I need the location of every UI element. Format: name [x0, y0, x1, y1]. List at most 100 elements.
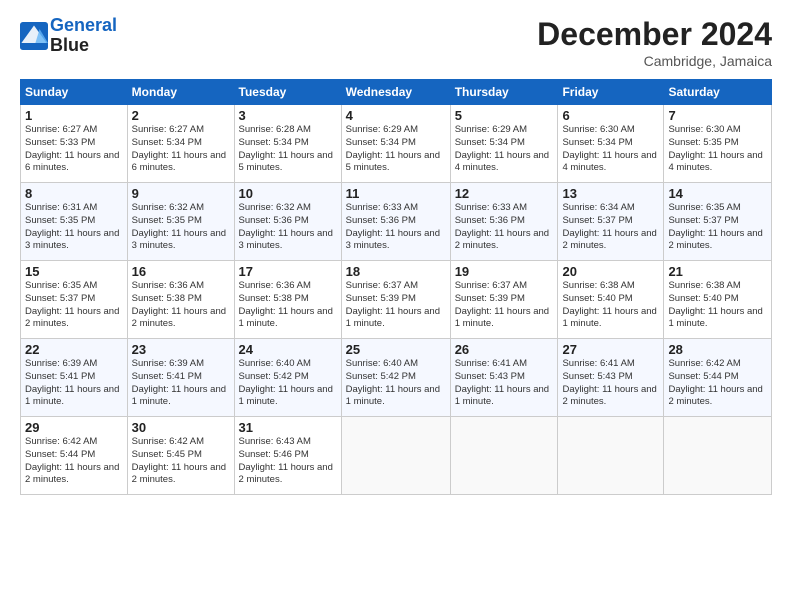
table-row: 19Sunrise: 6:37 AMSunset: 5:39 PMDayligh…	[450, 261, 558, 339]
table-row: 13Sunrise: 6:34 AMSunset: 5:37 PMDayligh…	[558, 183, 664, 261]
table-row: 31Sunrise: 6:43 AMSunset: 5:46 PMDayligh…	[234, 417, 341, 495]
table-row: 15Sunrise: 6:35 AMSunset: 5:37 PMDayligh…	[21, 261, 128, 339]
day-info: Sunrise: 6:30 AMSunset: 5:34 PMDaylight:…	[562, 124, 659, 175]
table-row: 8Sunrise: 6:31 AMSunset: 5:35 PMDaylight…	[21, 183, 128, 261]
logo-icon	[20, 22, 48, 50]
day-number: 23	[132, 342, 230, 357]
table-row: 11Sunrise: 6:33 AMSunset: 5:36 PMDayligh…	[341, 183, 450, 261]
day-number: 4	[346, 108, 446, 123]
title-block: December 2024 Cambridge, Jamaica	[537, 16, 772, 69]
table-row: 29Sunrise: 6:42 AMSunset: 5:44 PMDayligh…	[21, 417, 128, 495]
day-number: 31	[239, 420, 337, 435]
table-row: 21Sunrise: 6:38 AMSunset: 5:40 PMDayligh…	[664, 261, 772, 339]
day-number: 22	[25, 342, 123, 357]
day-info: Sunrise: 6:27 AMSunset: 5:34 PMDaylight:…	[132, 124, 230, 175]
table-row: 16Sunrise: 6:36 AMSunset: 5:38 PMDayligh…	[127, 261, 234, 339]
day-number: 12	[455, 186, 554, 201]
day-number: 11	[346, 186, 446, 201]
day-info: Sunrise: 6:34 AMSunset: 5:37 PMDaylight:…	[562, 202, 659, 253]
col-wednesday: Wednesday	[341, 80, 450, 105]
calendar-week-4: 22Sunrise: 6:39 AMSunset: 5:41 PMDayligh…	[21, 339, 772, 417]
day-info: Sunrise: 6:42 AMSunset: 5:44 PMDaylight:…	[668, 358, 767, 409]
day-number: 28	[668, 342, 767, 357]
day-info: Sunrise: 6:43 AMSunset: 5:46 PMDaylight:…	[239, 436, 337, 487]
logo-text: General Blue	[50, 16, 117, 56]
header-row: Sunday Monday Tuesday Wednesday Thursday…	[21, 80, 772, 105]
table-row: 24Sunrise: 6:40 AMSunset: 5:42 PMDayligh…	[234, 339, 341, 417]
table-row: 20Sunrise: 6:38 AMSunset: 5:40 PMDayligh…	[558, 261, 664, 339]
table-row: 1Sunrise: 6:27 AMSunset: 5:33 PMDaylight…	[21, 105, 128, 183]
day-number: 2	[132, 108, 230, 123]
day-info: Sunrise: 6:39 AMSunset: 5:41 PMDaylight:…	[132, 358, 230, 409]
table-row	[450, 417, 558, 495]
table-row: 3Sunrise: 6:28 AMSunset: 5:34 PMDaylight…	[234, 105, 341, 183]
day-number: 5	[455, 108, 554, 123]
day-info: Sunrise: 6:35 AMSunset: 5:37 PMDaylight:…	[668, 202, 767, 253]
table-row: 6Sunrise: 6:30 AMSunset: 5:34 PMDaylight…	[558, 105, 664, 183]
page-header: General Blue December 2024 Cambridge, Ja…	[20, 16, 772, 69]
table-row: 30Sunrise: 6:42 AMSunset: 5:45 PMDayligh…	[127, 417, 234, 495]
table-row: 17Sunrise: 6:36 AMSunset: 5:38 PMDayligh…	[234, 261, 341, 339]
day-number: 8	[25, 186, 123, 201]
day-number: 19	[455, 264, 554, 279]
day-info: Sunrise: 6:30 AMSunset: 5:35 PMDaylight:…	[668, 124, 767, 175]
table-row: 9Sunrise: 6:32 AMSunset: 5:35 PMDaylight…	[127, 183, 234, 261]
col-tuesday: Tuesday	[234, 80, 341, 105]
location: Cambridge, Jamaica	[537, 53, 772, 69]
day-info: Sunrise: 6:38 AMSunset: 5:40 PMDaylight:…	[668, 280, 767, 331]
table-row: 12Sunrise: 6:33 AMSunset: 5:36 PMDayligh…	[450, 183, 558, 261]
calendar-week-1: 1Sunrise: 6:27 AMSunset: 5:33 PMDaylight…	[21, 105, 772, 183]
day-info: Sunrise: 6:29 AMSunset: 5:34 PMDaylight:…	[455, 124, 554, 175]
day-number: 16	[132, 264, 230, 279]
day-number: 13	[562, 186, 659, 201]
day-number: 10	[239, 186, 337, 201]
day-number: 30	[132, 420, 230, 435]
table-row	[558, 417, 664, 495]
day-number: 24	[239, 342, 337, 357]
day-info: Sunrise: 6:39 AMSunset: 5:41 PMDaylight:…	[25, 358, 123, 409]
table-row	[664, 417, 772, 495]
table-row: 27Sunrise: 6:41 AMSunset: 5:43 PMDayligh…	[558, 339, 664, 417]
day-info: Sunrise: 6:37 AMSunset: 5:39 PMDaylight:…	[346, 280, 446, 331]
day-info: Sunrise: 6:33 AMSunset: 5:36 PMDaylight:…	[346, 202, 446, 253]
logo: General Blue	[20, 16, 117, 56]
day-info: Sunrise: 6:36 AMSunset: 5:38 PMDaylight:…	[132, 280, 230, 331]
day-info: Sunrise: 6:35 AMSunset: 5:37 PMDaylight:…	[25, 280, 123, 331]
calendar-week-5: 29Sunrise: 6:42 AMSunset: 5:44 PMDayligh…	[21, 417, 772, 495]
day-number: 25	[346, 342, 446, 357]
table-row: 2Sunrise: 6:27 AMSunset: 5:34 PMDaylight…	[127, 105, 234, 183]
col-friday: Friday	[558, 80, 664, 105]
day-info: Sunrise: 6:31 AMSunset: 5:35 PMDaylight:…	[25, 202, 123, 253]
day-info: Sunrise: 6:38 AMSunset: 5:40 PMDaylight:…	[562, 280, 659, 331]
day-info: Sunrise: 6:29 AMSunset: 5:34 PMDaylight:…	[346, 124, 446, 175]
day-info: Sunrise: 6:33 AMSunset: 5:36 PMDaylight:…	[455, 202, 554, 253]
month-title: December 2024	[537, 16, 772, 53]
day-info: Sunrise: 6:41 AMSunset: 5:43 PMDaylight:…	[455, 358, 554, 409]
table-row: 22Sunrise: 6:39 AMSunset: 5:41 PMDayligh…	[21, 339, 128, 417]
day-info: Sunrise: 6:32 AMSunset: 5:36 PMDaylight:…	[239, 202, 337, 253]
day-number: 29	[25, 420, 123, 435]
table-row: 28Sunrise: 6:42 AMSunset: 5:44 PMDayligh…	[664, 339, 772, 417]
day-number: 20	[562, 264, 659, 279]
col-thursday: Thursday	[450, 80, 558, 105]
table-row: 14Sunrise: 6:35 AMSunset: 5:37 PMDayligh…	[664, 183, 772, 261]
day-number: 15	[25, 264, 123, 279]
table-row: 5Sunrise: 6:29 AMSunset: 5:34 PMDaylight…	[450, 105, 558, 183]
day-info: Sunrise: 6:40 AMSunset: 5:42 PMDaylight:…	[239, 358, 337, 409]
table-row: 26Sunrise: 6:41 AMSunset: 5:43 PMDayligh…	[450, 339, 558, 417]
day-number: 27	[562, 342, 659, 357]
calendar-page: General Blue December 2024 Cambridge, Ja…	[0, 0, 792, 612]
day-number: 6	[562, 108, 659, 123]
day-number: 14	[668, 186, 767, 201]
col-sunday: Sunday	[21, 80, 128, 105]
day-info: Sunrise: 6:42 AMSunset: 5:45 PMDaylight:…	[132, 436, 230, 487]
day-number: 26	[455, 342, 554, 357]
day-info: Sunrise: 6:42 AMSunset: 5:44 PMDaylight:…	[25, 436, 123, 487]
table-row: 18Sunrise: 6:37 AMSunset: 5:39 PMDayligh…	[341, 261, 450, 339]
day-number: 7	[668, 108, 767, 123]
table-row: 23Sunrise: 6:39 AMSunset: 5:41 PMDayligh…	[127, 339, 234, 417]
table-row	[341, 417, 450, 495]
table-row: 4Sunrise: 6:29 AMSunset: 5:34 PMDaylight…	[341, 105, 450, 183]
day-info: Sunrise: 6:37 AMSunset: 5:39 PMDaylight:…	[455, 280, 554, 331]
col-saturday: Saturday	[664, 80, 772, 105]
